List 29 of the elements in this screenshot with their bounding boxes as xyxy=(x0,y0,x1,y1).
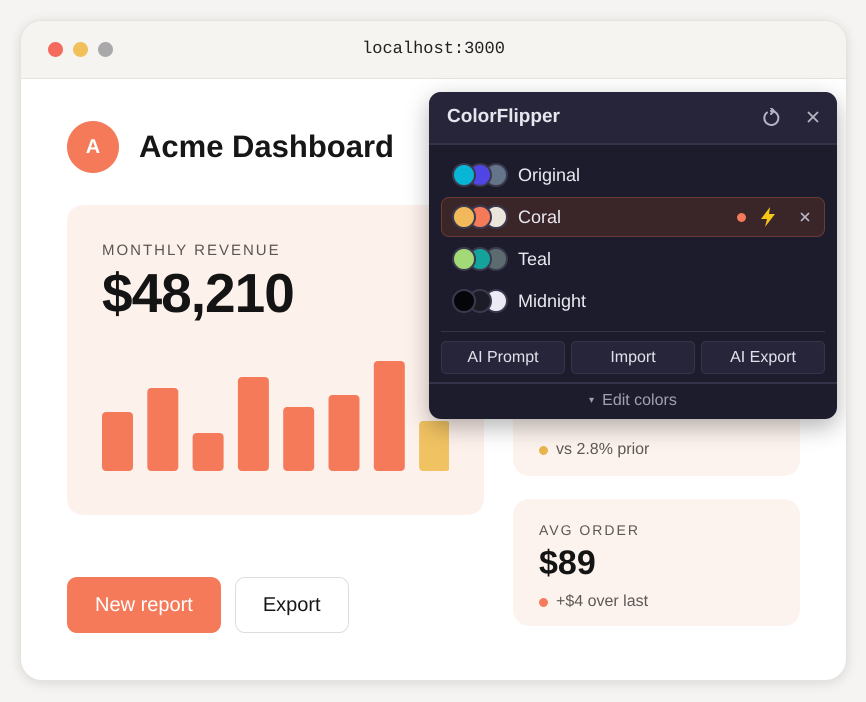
palette-row[interactable]: Coral xyxy=(441,197,825,237)
chart-bar xyxy=(192,432,224,470)
chart-bar xyxy=(283,406,314,470)
lightning-icon[interactable] xyxy=(760,207,776,227)
edit-colors-toggle[interactable]: ▾ Edit colors xyxy=(589,393,677,409)
stat-value: $89 xyxy=(539,544,596,582)
stat-note: +$4 over last xyxy=(556,592,648,612)
popup-title: ColorFlipper xyxy=(447,105,560,130)
window-title: localhost:3000 xyxy=(362,40,505,59)
revenue-label: MONTHLY REVENUE xyxy=(102,242,281,259)
close-light[interactable] xyxy=(48,42,63,57)
palette-row[interactable]: Teal xyxy=(441,239,825,279)
palette-row[interactable]: Midnight xyxy=(441,281,825,321)
dashboard-title: Acme Dashboard xyxy=(139,128,394,166)
popup-action-button[interactable]: AI Export xyxy=(701,341,825,374)
chart-bar xyxy=(102,412,133,470)
chart-bar xyxy=(419,420,449,470)
reset-icon[interactable] xyxy=(761,108,781,128)
close-icon[interactable] xyxy=(807,110,819,126)
export-button[interactable]: Export xyxy=(234,577,349,633)
stat-note: vs 2.8% prior xyxy=(556,440,650,460)
avatar: A xyxy=(67,121,119,173)
popup-action-button[interactable]: Import xyxy=(571,341,695,374)
popup-action-button[interactable]: AI Prompt xyxy=(441,341,565,374)
stat-label: AVG ORDER xyxy=(539,521,640,540)
caret-icon: ▾ xyxy=(589,396,594,406)
delete-icon[interactable] xyxy=(800,212,810,222)
palette-row[interactable]: Original xyxy=(441,155,825,195)
revenue-value: $48,210 xyxy=(102,262,294,324)
